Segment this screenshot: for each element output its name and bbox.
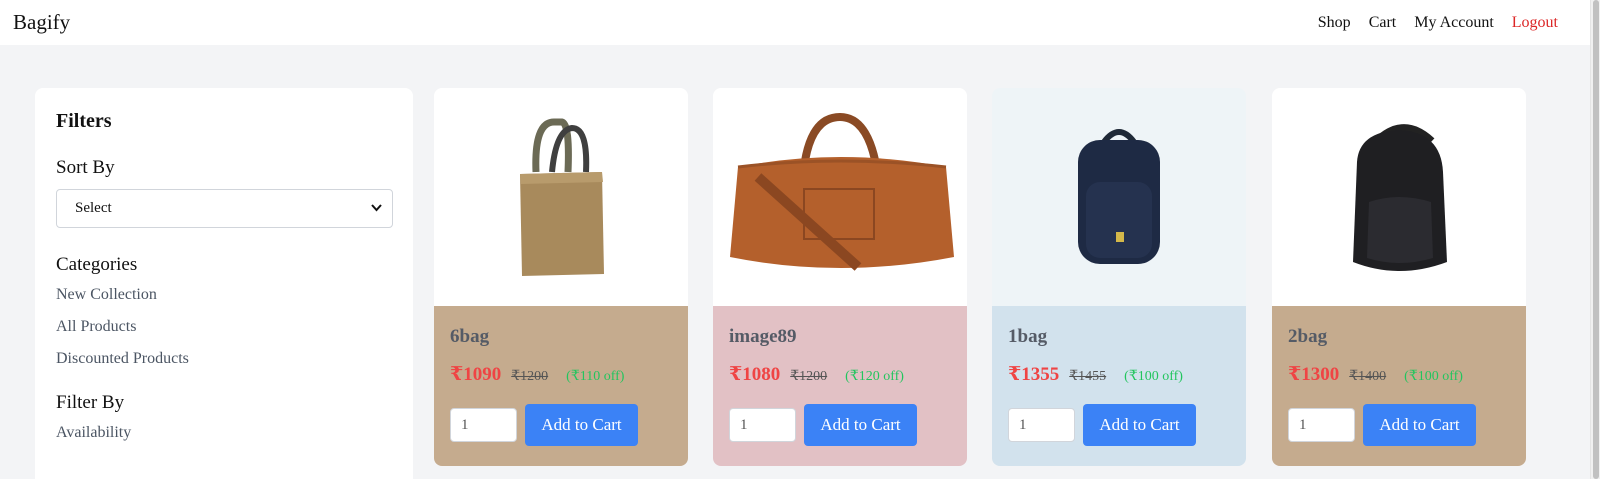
category-new-collection[interactable]: New Collection: [56, 286, 392, 304]
quantity-input[interactable]: 1: [1288, 408, 1355, 442]
product-card: image89 ₹1080 ₹1200 (₹120 off) 1 Add to …: [713, 88, 967, 466]
nav-links: Shop Cart My Account Logout: [1318, 14, 1558, 32]
filter-availability[interactable]: Availability: [56, 424, 392, 442]
brand-logo[interactable]: Bagify: [13, 10, 70, 35]
product-name: 2bag: [1288, 326, 1328, 347]
card-actions: 1 Add to Cart: [1288, 404, 1510, 446]
filter-by-label: Filter By: [56, 392, 125, 413]
product-price: ₹1090: [450, 364, 502, 385]
add-to-cart-button[interactable]: Add to Cart: [1363, 404, 1476, 446]
filters-title: Filters: [56, 110, 112, 132]
scrollbar-thumb[interactable]: [1593, 0, 1599, 479]
card-actions: 1 Add to Cart: [450, 404, 672, 446]
price-row: ₹1090 ₹1200 (₹110 off): [450, 363, 672, 386]
quantity-input[interactable]: 1: [729, 408, 796, 442]
sort-by-label: Sort By: [56, 157, 115, 178]
card-actions: 1 Add to Cart: [729, 404, 951, 446]
price-row: ₹1355 ₹1455 (₹100 off): [1008, 363, 1230, 386]
navy-backpack-icon: [1078, 129, 1160, 264]
page-scrollbar[interactable]: [1590, 0, 1600, 479]
product-info: 6bag ₹1090 ₹1200 (₹110 off) 1 Add to Car…: [434, 306, 688, 466]
add-to-cart-button[interactable]: Add to Cart: [1083, 404, 1196, 446]
product-image[interactable]: [1272, 88, 1526, 306]
nav-cart[interactable]: Cart: [1369, 14, 1397, 32]
price-row: ₹1080 ₹1200 (₹120 off): [729, 363, 951, 386]
product-card: 2bag ₹1300 ₹1400 (₹100 off) 1 Add to Car…: [1272, 88, 1526, 466]
discount-label: (₹110 off): [566, 369, 625, 384]
filters-panel: Filters Sort By Select Categories New Co…: [35, 88, 413, 479]
card-actions: 1 Add to Cart: [1008, 404, 1230, 446]
category-all-products[interactable]: All Products: [56, 318, 392, 336]
add-to-cart-button[interactable]: Add to Cart: [525, 404, 638, 446]
product-image[interactable]: [713, 88, 967, 306]
product-info: 2bag ₹1300 ₹1400 (₹100 off) 1 Add to Car…: [1272, 306, 1526, 466]
quantity-input[interactable]: 1: [450, 408, 517, 442]
original-price: ₹1455: [1069, 369, 1107, 384]
product-card: 1bag ₹1355 ₹1455 (₹100 off) 1 Add to Car…: [992, 88, 1246, 466]
duffel-bag-icon: [729, 112, 954, 271]
discount-label: (₹100 off): [1124, 369, 1183, 384]
nav-my-account[interactable]: My Account: [1414, 14, 1494, 32]
product-image[interactable]: [992, 88, 1246, 306]
black-backpack-icon: [1353, 124, 1447, 271]
product-price: ₹1300: [1288, 364, 1340, 385]
categories-label: Categories: [56, 254, 138, 275]
sort-select[interactable]: Select: [56, 189, 393, 228]
add-to-cart-button[interactable]: Add to Cart: [804, 404, 917, 446]
original-price: ₹1200: [790, 369, 828, 384]
discount-label: (₹120 off): [845, 369, 904, 384]
nav-logout[interactable]: Logout: [1512, 14, 1558, 32]
product-info: 1bag ₹1355 ₹1455 (₹100 off) 1 Add to Car…: [992, 306, 1246, 466]
category-discounted-products[interactable]: Discounted Products: [56, 350, 392, 368]
tote-bag-icon: [520, 118, 604, 276]
product-name: image89: [729, 326, 797, 347]
price-row: ₹1300 ₹1400 (₹100 off): [1288, 363, 1510, 386]
product-card: 6bag ₹1090 ₹1200 (₹110 off) 1 Add to Car…: [434, 88, 688, 466]
product-info: image89 ₹1080 ₹1200 (₹120 off) 1 Add to …: [713, 306, 967, 466]
original-price: ₹1400: [1349, 369, 1387, 384]
discount-label: (₹100 off): [1404, 369, 1463, 384]
product-name: 6bag: [450, 326, 490, 347]
chevron-down-icon: [371, 203, 382, 215]
navbar: Bagify Shop Cart My Account Logout: [0, 0, 1590, 45]
product-image[interactable]: [434, 88, 688, 306]
original-price: ₹1200: [511, 369, 549, 384]
product-price: ₹1080: [729, 364, 781, 385]
quantity-input[interactable]: 1: [1008, 408, 1075, 442]
sort-select-value: Select: [75, 200, 112, 216]
product-name: 1bag: [1008, 326, 1048, 347]
product-price: ₹1355: [1008, 364, 1060, 385]
nav-shop[interactable]: Shop: [1318, 14, 1351, 32]
